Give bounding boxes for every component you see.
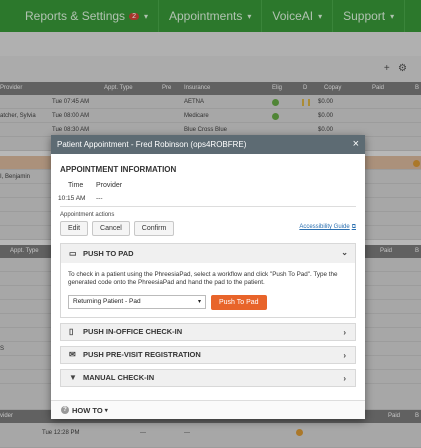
time-header: Time <box>68 182 84 189</box>
edit-button[interactable]: Edit <box>60 221 89 236</box>
actions-row: Edit Cancel Confirm Accessibility Guide ⧉ <box>60 221 356 237</box>
workflow-select[interactable]: Returning Patient - Pad ▾ <box>68 295 206 310</box>
chevron-right-icon: › <box>343 373 346 383</box>
chevron-down-icon: ⌄ <box>341 248 348 257</box>
modal-body: APPOINTMENT INFORMATION Time Provider 10… <box>51 154 365 387</box>
chevron-down-icon: ▾ <box>104 407 108 414</box>
push-to-pad-instructions: To check in a patient using the Phreesia… <box>68 271 338 287</box>
workflow-select-value: Returning Patient - Pad <box>73 298 141 306</box>
how-to-label: HOW TO <box>72 405 103 415</box>
panel-title: PUSH IN-OFFICE CHECK-IN <box>83 327 183 337</box>
divider <box>60 206 356 207</box>
provider-value: --- <box>96 195 103 202</box>
confirm-button[interactable]: Confirm <box>133 221 175 236</box>
push-pre-visit-registration-panel[interactable]: ✉ PUSH PRE-VISIT REGISTRATION › <box>60 345 356 364</box>
mobile-icon: ▯ <box>69 327 74 337</box>
pad-controls: Returning Patient - Pad ▾ Push To Pad <box>68 294 349 310</box>
push-to-pad-body: To check in a patient using the Phreesia… <box>61 263 355 317</box>
chevron-right-icon: › <box>343 327 346 337</box>
panel-title: PUSH PRE-VISIT REGISTRATION <box>83 350 201 360</box>
tablet-icon: ▭ <box>69 249 77 258</box>
push-to-pad-button[interactable]: Push To Pad <box>211 294 267 310</box>
manual-check-in-panel[interactable]: ▼ MANUAL CHECK-IN › <box>60 368 356 387</box>
envelope-icon: ✉ <box>69 350 76 360</box>
close-icon[interactable]: × <box>353 138 359 150</box>
external-link-icon: ⧉ <box>351 224 356 230</box>
thumbtack-icon: ▼ <box>69 373 77 383</box>
provider-header: Provider <box>96 182 123 189</box>
accessibility-guide-link[interactable]: Accessibility Guide ⧉ <box>299 224 356 231</box>
how-to-toggle[interactable]: ? HOW TO ▾ <box>51 400 365 419</box>
modal-header: Patient Appointment - Fred Robinson (ops… <box>51 135 365 154</box>
actions-label: Appointment actions <box>60 212 115 218</box>
modal-title: Patient Appointment - Fred Robinson (ops… <box>57 140 247 149</box>
chevron-down-icon: ▾ <box>197 299 201 306</box>
section-title: APPOINTMENT INFORMATION <box>60 165 177 174</box>
push-to-pad-header[interactable]: ▭ PUSH TO PAD ⌄ <box>61 244 355 263</box>
push-to-pad-panel: ▭ PUSH TO PAD ⌄ To check in a patient us… <box>60 243 356 318</box>
chevron-right-icon: › <box>343 350 346 360</box>
help-icon: ? <box>61 406 69 414</box>
push-in-office-check-in-panel[interactable]: ▯ PUSH IN-OFFICE CHECK-IN › <box>60 322 356 341</box>
time-value: 10:15 AM <box>58 195 86 202</box>
panel-title: PUSH TO PAD <box>83 249 134 258</box>
appointment-info-table: Time Provider 10:15 AM --- <box>58 182 356 202</box>
accessibility-guide-label: Accessibility Guide <box>299 224 350 230</box>
cancel-button[interactable]: Cancel <box>92 221 130 236</box>
panel-title: MANUAL CHECK-IN <box>83 373 155 383</box>
patient-appointment-modal: Patient Appointment - Fred Robinson (ops… <box>51 135 365 419</box>
